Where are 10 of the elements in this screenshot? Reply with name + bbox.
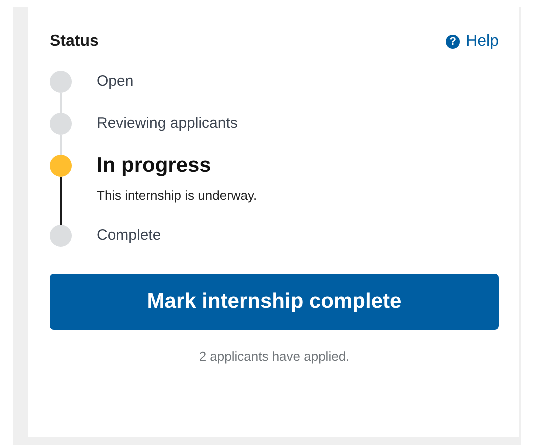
step-label: Open xyxy=(97,72,135,92)
step-label: In progress xyxy=(97,153,212,179)
step-label: Reviewing applicants xyxy=(97,114,239,134)
mark-complete-button[interactable]: Mark internship complete xyxy=(50,274,499,330)
help-link[interactable]: ? Help xyxy=(446,33,499,51)
card-title: Status xyxy=(50,33,99,51)
step-description: This internship is underway. xyxy=(97,187,258,205)
step-label: Complete xyxy=(97,226,162,246)
applicants-note: 2 applicants have applied. xyxy=(198,349,351,364)
help-icon: ? xyxy=(446,35,460,49)
